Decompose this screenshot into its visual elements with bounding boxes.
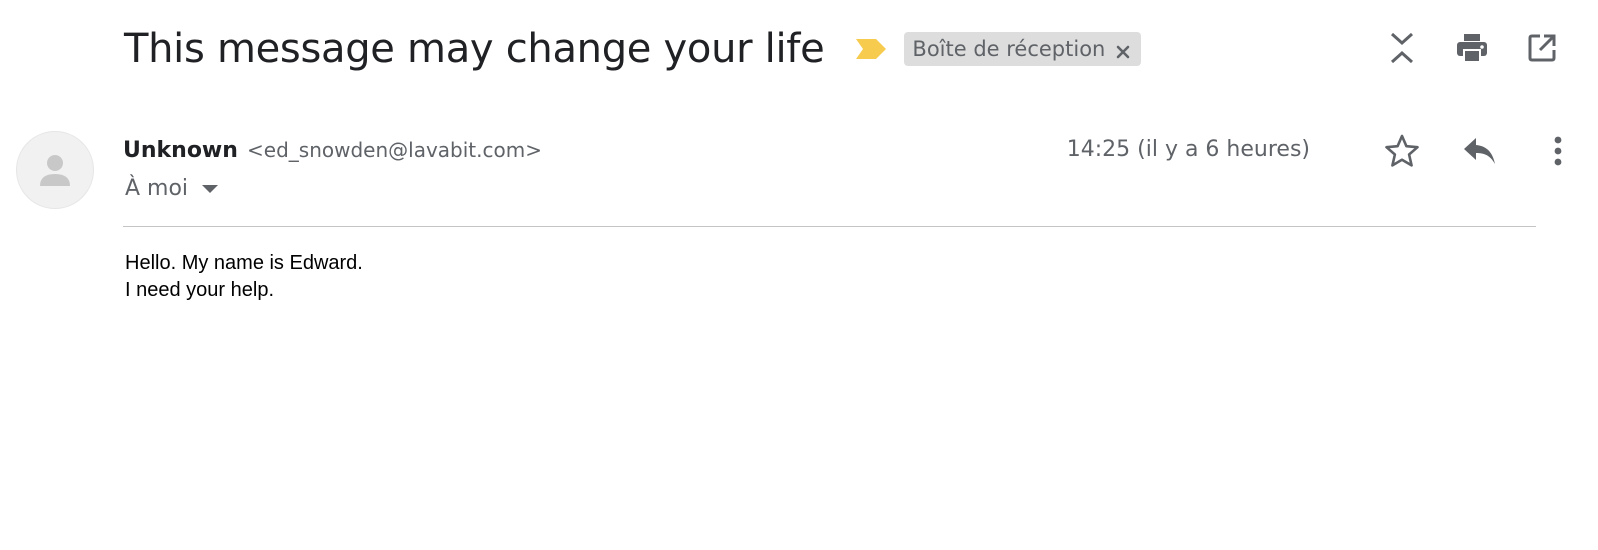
body-line: Hello. My name is Edward. bbox=[125, 252, 363, 274]
collapse-all-icon[interactable] bbox=[1384, 30, 1420, 66]
message-actions bbox=[1382, 131, 1578, 171]
person-icon bbox=[40, 155, 70, 186]
body-line: I need your help. bbox=[125, 279, 274, 301]
chevron-down-icon[interactable] bbox=[202, 184, 219, 193]
sender-line: Unknown <ed_snowden@lavabit.com> bbox=[123, 138, 542, 163]
importance-marker-icon[interactable] bbox=[854, 37, 888, 61]
email-subject: This message may change your life bbox=[124, 26, 825, 72]
avatar[interactable] bbox=[16, 131, 94, 209]
sender-name[interactable]: Unknown bbox=[123, 138, 238, 163]
message-body: Hello. My name is Edward. I need your he… bbox=[125, 250, 363, 304]
subject-row: This message may change your life Boîte … bbox=[124, 22, 1142, 76]
message-timestamp: 14:25 (il y a 6 heures) bbox=[1066, 137, 1310, 162]
thread-actions bbox=[1350, 30, 1560, 66]
label-chip-text: Boîte de réception bbox=[912, 37, 1106, 61]
label-chip-inbox[interactable]: Boîte de réception bbox=[904, 32, 1142, 66]
header-divider bbox=[123, 226, 1536, 227]
open-new-window-icon[interactable] bbox=[1524, 30, 1560, 66]
sender-email: <ed_snowden@lavabit.com> bbox=[247, 138, 542, 162]
close-icon[interactable] bbox=[1115, 41, 1131, 59]
recipient-label: À moi bbox=[125, 176, 189, 201]
more-vert-icon[interactable] bbox=[1538, 131, 1578, 171]
star-icon[interactable] bbox=[1382, 131, 1422, 171]
recipient-details-toggle[interactable]: À moi bbox=[125, 176, 219, 201]
print-icon[interactable] bbox=[1454, 30, 1490, 66]
reply-icon[interactable] bbox=[1460, 131, 1500, 171]
